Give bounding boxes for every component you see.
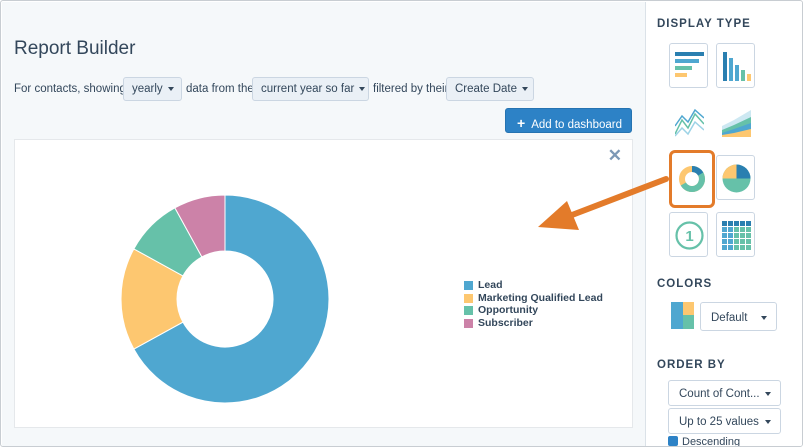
descending-label: Descending [682,436,741,447]
chevron-down-icon [359,86,366,91]
report-main-panel: Report Builder For contacts, showing yea… [2,2,645,446]
number-icon-glyph: 1 [685,228,693,245]
display-type-horizontal-bar[interactable] [669,43,708,88]
date-range-dropdown[interactable]: current year so far [252,77,369,101]
limit-value: Up to 25 values [679,416,759,428]
chevron-down-icon [167,86,174,91]
line-chart-icon [675,108,704,137]
chart-legend: Lead Marketing Qualified Lead Opportunity S… [464,279,603,329]
display-type-vertical-bar[interactable] [716,43,755,88]
legend-swatch [464,281,473,290]
display-type-pie[interactable] [716,155,755,200]
filter-suffix-text: filtered by their [373,83,449,95]
date-field-dropdown[interactable]: Create Date [446,77,534,101]
display-type-donut[interactable] [669,150,715,208]
limit-dropdown[interactable]: Up to 25 values [668,408,781,434]
number-icon: 1 [675,221,704,250]
table-icon [722,221,751,250]
order-by-heading: ORDER BY [657,359,726,371]
legend-swatch [464,306,473,315]
legend-label: Opportunity [478,304,539,316]
add-to-dashboard-label: Add to dashboard [531,119,622,131]
display-type-number[interactable]: 1 [669,212,708,257]
legend-item[interactable]: Opportunity [464,304,603,317]
donut-chart-icon [679,166,705,192]
chevron-down-icon [761,316,767,320]
add-to-dashboard-button[interactable]: + Add to dashboard [505,108,632,133]
chart-card: ✕ Lead Marketing Qualified Lead Opportunit… [14,139,633,428]
order-by-dropdown[interactable]: Count of Cont... [668,380,781,406]
colors-dropdown[interactable]: Default [700,302,777,331]
filter-prefix-text: For contacts, showing [14,83,126,95]
settings-sidebar: DISPLAY TYPE 1 COLORS Default ORDER BY C… [645,2,802,447]
close-icon[interactable]: ✕ [608,146,622,166]
pie-chart-icon [722,164,751,193]
chevron-down-icon [522,86,529,91]
color-palette-swatch-icon [671,302,694,329]
legend-item[interactable]: Lead [464,279,603,292]
date-field-value: Create Date [455,83,518,95]
area-chart-icon [722,110,751,137]
legend-label: Lead [478,279,503,291]
descending-checkbox-row[interactable]: Descending [668,436,741,447]
legend-label: Subscriber [478,316,533,329]
frequency-value: yearly [132,83,163,95]
display-type-line[interactable] [669,99,708,144]
legend-swatch [464,318,473,328]
display-type-heading: DISPLAY TYPE [657,18,751,30]
chevron-down-icon [765,420,771,424]
display-type-table[interactable] [716,212,755,257]
page-title: Report Builder [14,38,136,59]
app-window: Report Builder For contacts, showing yea… [0,0,803,447]
frequency-dropdown[interactable]: yearly [123,77,182,101]
order-by-value: Count of Cont... [679,388,760,400]
checkbox-checked-icon[interactable] [668,436,678,446]
legend-item[interactable]: Marketing Qualified Lead [464,292,603,305]
legend-item[interactable]: Subscriber [464,317,603,330]
legend-label: Marketing Qualified Lead [478,291,603,304]
legend-swatch [464,293,473,303]
vertical-bar-chart-icon [723,52,751,81]
colors-value: Default [711,312,748,324]
filter-mid-text: data from the [186,83,254,95]
chevron-down-icon [765,392,771,396]
horizontal-bar-chart-icon [675,52,704,77]
plus-icon: + [517,115,526,131]
donut-chart [121,194,330,404]
colors-heading: COLORS [657,278,713,290]
display-type-area[interactable] [716,99,755,144]
date-range-value: current year so far [261,83,355,95]
